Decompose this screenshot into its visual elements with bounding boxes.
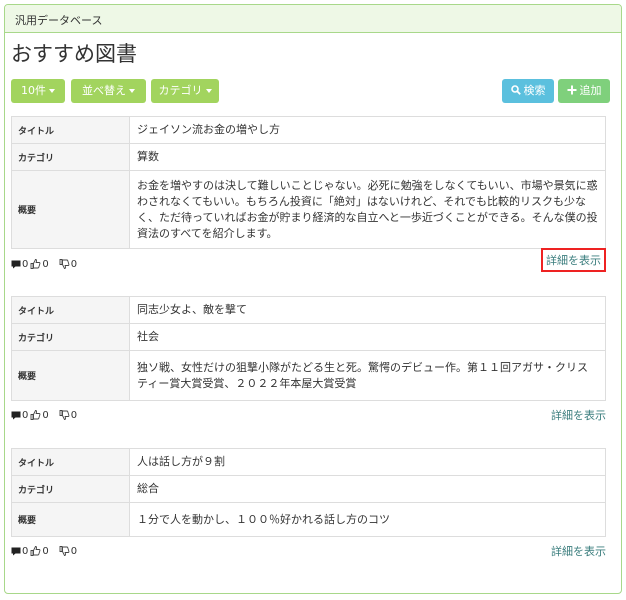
record-stats: 0 0 0 bbox=[11, 257, 77, 271]
record-table: タイトル 同志少女よ、敵を撃て カテゴリ 社会 概要 独ソ戦、女性だけの狙撃小隊… bbox=[11, 296, 606, 401]
record-title: 人は話し方が９割 bbox=[129, 448, 606, 476]
toolbar: 10件 並べ替え カテゴリ 検索 追加 bbox=[11, 79, 615, 103]
show-detail-link[interactable]: 詳細を表示 bbox=[551, 407, 606, 423]
comment-icon bbox=[11, 411, 21, 420]
panel-header: 汎用データベース bbox=[5, 5, 621, 33]
page-size-dropdown[interactable]: 10件 bbox=[11, 79, 65, 103]
page-title: おすすめ図書 bbox=[11, 42, 137, 66]
record-table: タイトル ジェイソン流お金の増やし方 カテゴリ 算数 概要 お金を増やすのは決し… bbox=[11, 116, 606, 249]
title-key: タイトル bbox=[11, 296, 130, 324]
category-key: カテゴリ bbox=[11, 475, 130, 503]
category-dropdown[interactable]: カテゴリ bbox=[151, 79, 219, 103]
show-detail-link[interactable]: 詳細を表示 bbox=[551, 543, 606, 559]
category-key: カテゴリ bbox=[11, 323, 130, 351]
record-summary: １分で人を動かし、１００％好かれる話し方のコツ bbox=[129, 502, 606, 537]
title-key: タイトル bbox=[11, 448, 130, 476]
record-table: タイトル 人は話し方が９割 カテゴリ 総合 概要 １分で人を動かし、１００％好か… bbox=[11, 448, 606, 537]
comment-count: 0 bbox=[22, 545, 29, 557]
record-summary: 独ソ戦、女性だけの狙撃小隊がたどる生と死。驚愕のデビュー作。第１１回アガサ・クリ… bbox=[129, 350, 606, 401]
search-label: 検索 bbox=[523, 84, 546, 97]
like-count: 0 bbox=[42, 409, 49, 421]
chevron-down-icon bbox=[49, 89, 55, 93]
record-stats: 0 0 0 bbox=[11, 544, 77, 558]
like-count: 0 bbox=[42, 545, 49, 557]
search-icon bbox=[510, 85, 521, 95]
comment-count: 0 bbox=[22, 258, 29, 270]
like-count: 0 bbox=[42, 258, 49, 270]
dislike-count: 0 bbox=[70, 409, 78, 421]
category-filter-label: カテゴリ bbox=[158, 84, 203, 97]
plus-icon bbox=[567, 85, 576, 95]
summary-key: 概要 bbox=[11, 350, 130, 401]
search-button[interactable]: 検索 bbox=[502, 79, 554, 103]
record-category: 社会 bbox=[129, 323, 606, 351]
record-category: 総合 bbox=[129, 475, 606, 503]
show-detail-link[interactable]: 詳細を表示 bbox=[541, 248, 606, 272]
thumbs-up-icon[interactable] bbox=[30, 546, 41, 556]
record-card: タイトル ジェイソン流お金の増やし方 カテゴリ 算数 概要 お金を増やすのは決し… bbox=[11, 116, 606, 272]
record-title: 同志少女よ、敵を撃て bbox=[129, 296, 606, 324]
thumbs-down-icon[interactable] bbox=[59, 546, 70, 556]
dislike-count: 0 bbox=[70, 258, 78, 270]
category-key: カテゴリ bbox=[11, 143, 130, 171]
thumbs-down-icon[interactable] bbox=[59, 410, 70, 420]
chevron-down-icon bbox=[205, 89, 212, 93]
add-label: 追加 bbox=[579, 84, 602, 97]
sort-dropdown[interactable]: 並べ替え bbox=[71, 79, 146, 103]
comment-icon bbox=[11, 260, 21, 269]
record-stats: 0 0 0 bbox=[11, 408, 77, 422]
thumbs-down-icon[interactable] bbox=[59, 259, 70, 269]
title-key: タイトル bbox=[11, 116, 130, 144]
dislike-count: 0 bbox=[70, 545, 78, 557]
comment-icon bbox=[11, 547, 21, 556]
chevron-down-icon bbox=[129, 89, 135, 93]
thumbs-up-icon[interactable] bbox=[30, 259, 41, 269]
summary-key: 概要 bbox=[11, 502, 130, 537]
page-size-label: 10件 bbox=[21, 84, 46, 97]
sort-label: 並べ替え bbox=[82, 84, 126, 97]
comment-count: 0 bbox=[22, 409, 29, 421]
record-category: 算数 bbox=[129, 143, 606, 171]
add-button[interactable]: 追加 bbox=[558, 79, 610, 103]
record-card: タイトル 人は話し方が９割 カテゴリ 総合 概要 １分で人を動かし、１００％好か… bbox=[11, 448, 606, 558]
record-card: タイトル 同志少女よ、敵を撃て カテゴリ 社会 概要 独ソ戦、女性だけの狙撃小隊… bbox=[11, 296, 606, 422]
thumbs-up-icon[interactable] bbox=[30, 410, 41, 420]
record-summary: お金を増やすのは決して難しいことじゃない。必死に勉強をしなくてもいい、市場や景気… bbox=[129, 170, 606, 249]
summary-key: 概要 bbox=[11, 170, 130, 249]
record-title: ジェイソン流お金の増やし方 bbox=[129, 116, 606, 144]
